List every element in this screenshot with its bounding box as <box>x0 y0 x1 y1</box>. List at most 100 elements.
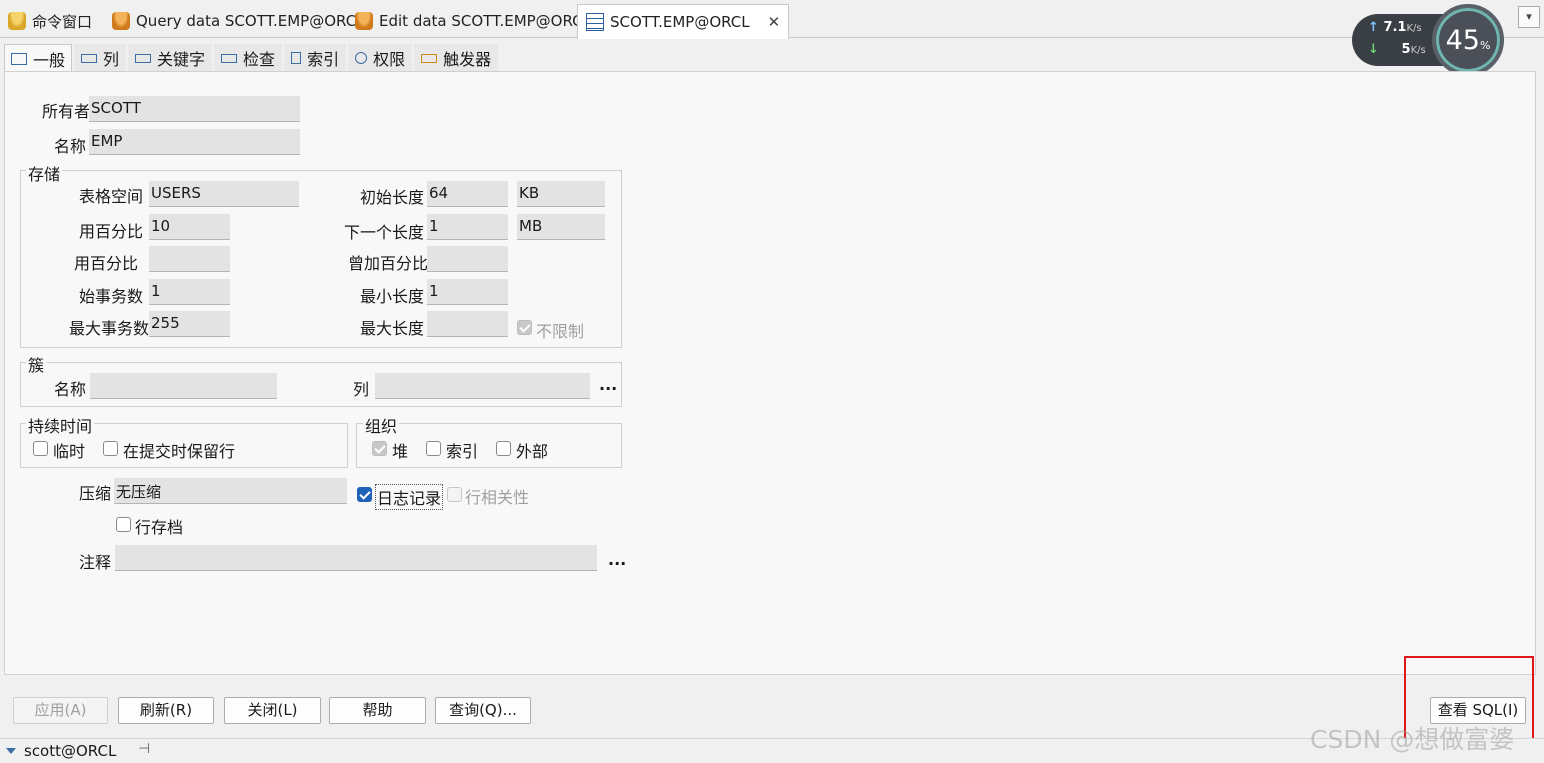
tab-command-window[interactable]: 命令窗口 <box>0 4 100 38</box>
apply-button[interactable]: 应用(A) <box>13 697 108 724</box>
close-button[interactable]: 关闭(L) <box>224 697 321 724</box>
tab-list-dropdown-button[interactable]: ▾ <box>1518 6 1540 28</box>
owner-label: 所有者 <box>42 102 91 121</box>
pct-free-field[interactable] <box>149 246 230 272</box>
name-field[interactable]: EMP <box>89 129 300 155</box>
key-icon <box>135 53 152 63</box>
pct-increase-field[interactable] <box>427 246 508 272</box>
window-icon <box>11 52 27 65</box>
unlimited-label: 不限制 <box>536 322 585 341</box>
tab-table-editor[interactable]: SCOTT.EMP@ORCL ✕ <box>577 4 790 39</box>
upload-arrow-icon: ↑ <box>1368 20 1379 35</box>
cluster-name-field[interactable] <box>90 373 277 399</box>
duration-group-title: 持续时间 <box>26 413 95 437</box>
unlimited-checkbox[interactable] <box>517 320 532 335</box>
temporary-checkbox[interactable] <box>33 441 48 456</box>
tab-general[interactable]: 一般 <box>4 44 73 72</box>
pct-used-field[interactable]: 10 <box>149 214 230 240</box>
cluster-columns-browse-button[interactable]: ... <box>599 375 617 394</box>
document-tab-bar: 命令窗口 Query data SCOTT.EMP@ORCL Edit data… <box>0 0 1544 39</box>
expand-triangle-icon[interactable] <box>6 748 16 754</box>
row-dependencies-checkbox[interactable] <box>447 487 462 502</box>
columns-icon <box>81 53 98 63</box>
external-label: 外部 <box>516 442 549 461</box>
initrans-field[interactable]: 1 <box>149 279 230 305</box>
close-icon[interactable]: ✕ <box>768 13 781 31</box>
temporary-label: 临时 <box>53 442 86 461</box>
compression-label: 压缩 <box>79 484 112 503</box>
index-organized-radio[interactable] <box>426 441 441 456</box>
next-extent-field[interactable]: 1 <box>427 214 508 240</box>
heap-label: 堆 <box>392 442 409 461</box>
initrans-label: 始事务数 <box>79 287 144 306</box>
initial-extent-unit-select[interactable]: KB <box>517 181 605 207</box>
table-icon <box>586 13 604 31</box>
network-speed-widget: ↑ 7.1K/s ↓ 5K/s 45% <box>1352 4 1504 76</box>
maxtrans-label: 最大事务数 <box>69 319 150 338</box>
database-icon <box>355 12 373 30</box>
heap-radio[interactable] <box>372 441 387 456</box>
tab-keys[interactable]: 关键字 <box>128 44 213 72</box>
database-icon <box>112 12 130 30</box>
users-icon <box>355 52 368 64</box>
tab-edit-data[interactable]: Edit data SCOTT.EMP@ORCL <box>347 4 599 38</box>
tab-privileges[interactable]: 权限 <box>348 44 413 72</box>
download-speed: ↓ 5K/s <box>1368 42 1426 57</box>
row-archival-label: 行存档 <box>135 518 184 537</box>
tab-label: Query data SCOTT.EMP@ORCL <box>136 12 365 30</box>
owner-field[interactable]: SCOTT <box>89 96 300 122</box>
tablespace-label: 表格空间 <box>79 187 144 206</box>
refresh-button[interactable]: 刷新(R) <box>118 697 214 724</box>
logging-checkbox[interactable] <box>357 487 372 502</box>
next-extent-unit-select[interactable]: MB <box>517 214 605 240</box>
compression-select[interactable]: 无压缩 <box>114 478 347 504</box>
logging-label: 日志记录 <box>375 484 444 510</box>
preserve-rows-checkbox[interactable] <box>103 441 118 456</box>
cluster-columns-label: 列 <box>353 380 370 399</box>
usage-percent-gauge: 45% <box>1432 4 1504 76</box>
row-dependencies-label: 行相关性 <box>465 488 530 507</box>
cluster-columns-field[interactable] <box>375 373 590 399</box>
initial-extent-field[interactable]: 64 <box>427 181 508 207</box>
comment-label: 注释 <box>79 553 112 572</box>
tab-query-data[interactable]: Query data SCOTT.EMP@ORCL <box>104 4 373 38</box>
pct-increase-label: 曾加百分比 <box>348 254 429 273</box>
tablespace-field[interactable]: USERS <box>149 181 299 207</box>
watermark-text: CSDN @想做富婆 <box>1310 725 1515 754</box>
cluster-name-label: 名称 <box>54 380 87 399</box>
tab-indexes[interactable]: 索引 <box>284 44 347 72</box>
download-arrow-icon: ↓ <box>1368 42 1379 57</box>
min-extents-label: 最小长度 <box>360 287 425 306</box>
pct-free-label: 用百分比 <box>74 254 139 273</box>
pin-icon[interactable]: ⊣ <box>138 741 150 757</box>
index-icon <box>291 52 302 64</box>
external-radio[interactable] <box>496 441 511 456</box>
query-button[interactable]: 查询(Q)... <box>435 697 531 724</box>
tab-label: 命令窗口 <box>32 12 93 31</box>
tab-checks[interactable]: 检查 <box>214 44 283 72</box>
property-tab-bar: 一般 列 关键字 检查 索引 权限 触发器 <box>4 44 500 72</box>
cluster-group-title: 簇 <box>26 352 47 376</box>
min-extents-field[interactable]: 1 <box>427 279 508 305</box>
upload-speed: ↑ 7.1K/s <box>1368 20 1422 35</box>
comment-edit-button[interactable]: ... <box>608 550 626 569</box>
tab-triggers[interactable]: 触发器 <box>414 44 499 72</box>
maxtrans-field[interactable]: 255 <box>149 311 230 337</box>
tab-label: Edit data SCOTT.EMP@ORCL <box>379 12 591 30</box>
database-icon <box>8 12 26 30</box>
help-button[interactable]: 帮助 <box>329 697 426 724</box>
initial-extent-label: 初始长度 <box>360 188 425 207</box>
storage-group-title: 存储 <box>26 161 63 185</box>
max-extents-label: 最大长度 <box>360 319 425 338</box>
preserve-rows-label: 在提交时保留行 <box>123 442 236 461</box>
next-extent-label: 下一个长度 <box>344 223 425 242</box>
row-archival-checkbox[interactable] <box>116 517 131 532</box>
comment-field[interactable] <box>115 545 597 571</box>
connection-label[interactable]: scott@ORCL <box>24 742 116 760</box>
tab-label: SCOTT.EMP@ORCL <box>610 13 750 31</box>
tab-columns[interactable]: 列 <box>74 44 127 72</box>
pct-used-label: 用百分比 <box>79 222 144 241</box>
max-extents-field[interactable] <box>427 311 508 337</box>
organization-group-title: 组织 <box>363 413 400 437</box>
name-label: 名称 <box>54 137 87 156</box>
